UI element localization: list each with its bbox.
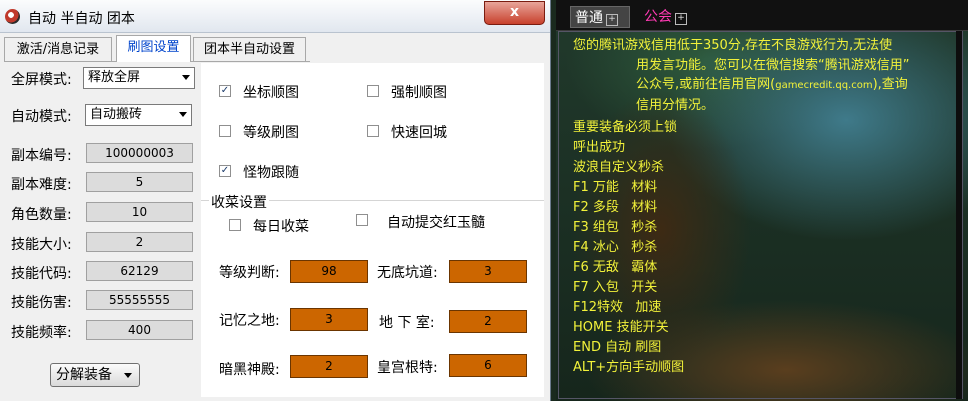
tab-raid-semi-auto[interactable]: 团本半自动设置: [193, 37, 306, 61]
chat-message: F6 无敌 霸体: [573, 260, 658, 275]
chat-tab-bar: 普通 + 公会 +: [556, 0, 968, 31]
chat-message: F4 冰心 秒杀: [573, 240, 658, 255]
tab-normal-chat[interactable]: 普通 +: [570, 6, 630, 28]
dungeon-id-field[interactable]: 100000003: [86, 143, 193, 163]
follow-monster-label: 怪物跟随: [243, 165, 299, 181]
bottomless-tunnel-field[interactable]: 3: [449, 260, 527, 283]
credit-site-link[interactable]: gamecredit.qq.com: [775, 80, 872, 91]
decompose-button-label: 分解装备: [56, 367, 112, 383]
quick-return-label: 快速回城: [391, 125, 447, 141]
skill-frequency-field[interactable]: 400: [86, 320, 193, 340]
character-count-field[interactable]: 10: [86, 202, 193, 222]
fullscreen-mode-label: 全屏模式:: [11, 72, 72, 88]
fullscreen-mode-select[interactable]: 释放全屏: [83, 67, 195, 89]
expand-plus-icon[interactable]: +: [675, 13, 687, 25]
chevron-down-icon: [124, 373, 132, 378]
tab-strip: 激活/消息记录 刷图设置 团本半自动设置: [4, 35, 544, 62]
follow-monster-checkbox[interactable]: ✓: [219, 165, 231, 177]
chat-message: F7 入包 开关: [573, 280, 658, 295]
daily-harvest-checkbox[interactable]: [229, 219, 241, 231]
tab-map-settings[interactable]: 刷图设置: [116, 35, 191, 62]
coord-route-label: 坐标顺图: [243, 85, 299, 101]
notice-line: 公众号,或前往信用官网(gamecredit.qq.com),查询: [573, 75, 953, 96]
notice-line: 信用分情况。: [636, 97, 715, 113]
notice-text: 公众号,或前往信用官网(: [636, 77, 776, 92]
skill-damage-label: 技能伤害:: [11, 295, 72, 311]
dungeon-difficulty-field[interactable]: 5: [86, 172, 193, 192]
chat-message: F1 万能 材料: [573, 180, 658, 195]
skill-damage-field[interactable]: 55555555: [86, 290, 193, 310]
credit-notice: 您的腾讯游戏信用低于350分,存在不良游戏行为,无法使 用发言功能。您可以在微信…: [573, 36, 953, 115]
auto-mode-value: 自动搬砖: [90, 107, 143, 122]
chat-scrollbar[interactable]: [956, 31, 962, 399]
harvest-group-title: 收菜设置: [209, 192, 269, 212]
notice-line: 您的腾讯游戏信用低于350分,存在不良游戏行为,无法使: [573, 38, 893, 53]
decompose-equipment-button[interactable]: 分解装备: [50, 363, 140, 387]
character-count-label: 角色数量:: [11, 207, 72, 223]
skill-code-field[interactable]: 62129: [86, 261, 193, 281]
auto-submit-checkbox[interactable]: [356, 214, 368, 226]
expand-plus-icon[interactable]: +: [606, 14, 618, 26]
chat-message: F12特效 加速: [573, 300, 662, 315]
tab-normal-label: 普通: [575, 10, 603, 26]
window-title: 自动 半自动 团本: [28, 11, 135, 27]
notice-line: 用发言功能。您可以在微信搜索“腾讯游戏信用”: [636, 57, 910, 73]
chat-message: 呼出成功: [573, 140, 626, 155]
level-judge-field[interactable]: 98: [290, 260, 368, 283]
tab-guild-chat[interactable]: 公会 +: [640, 6, 702, 28]
skill-code-label: 技能代码:: [11, 266, 72, 282]
app-logo-icon: [5, 9, 20, 24]
game-chat-window: 普通 + 公会 + 您的腾讯游戏信用低于350分,存在不良游戏行为,无法使 用发言功…: [556, 0, 968, 401]
level-grind-label: 等级刷图: [243, 125, 299, 141]
dungeon-id-label: 副本编号:: [11, 148, 72, 164]
dungeon-difficulty-label: 副本难度:: [11, 177, 72, 193]
map-settings-panel: ✓ 坐标顺图 强制顺图 等级刷图 快速回城 ✓ 怪物跟随 收菜设置 每日收菜 自…: [201, 63, 544, 397]
chat-message: 波浪自定义秒杀: [573, 160, 665, 175]
auto-mode-select[interactable]: 自动搬砖: [85, 104, 192, 126]
close-button[interactable]: x: [484, 1, 545, 25]
chat-message: END 自动 刷图: [573, 340, 662, 355]
palace-gente-label: 皇宫根特:: [377, 360, 438, 376]
auto-submit-label: 自动提交红玉髓: [387, 215, 485, 231]
coord-route-checkbox[interactable]: ✓: [219, 85, 231, 97]
level-judge-label: 等级判断:: [219, 265, 280, 281]
bottomless-tunnel-label: 无底坑道:: [377, 265, 438, 281]
chevron-down-icon: [179, 112, 187, 117]
tab-activation-log[interactable]: 激活/消息记录: [4, 37, 112, 61]
skill-frequency-label: 技能频率:: [11, 325, 72, 341]
chevron-down-icon: [182, 75, 190, 80]
memory-land-field[interactable]: 3: [290, 308, 368, 331]
fullscreen-mode-value: 释放全屏: [88, 70, 141, 85]
basement-label: 地 下 室:: [379, 315, 435, 331]
chat-message: ALT+方向手动顺图: [573, 360, 685, 375]
dark-temple-field[interactable]: 2: [290, 355, 368, 378]
tab-guild-label: 公会: [644, 9, 672, 25]
skill-size-label: 技能大小:: [11, 237, 72, 253]
dark-temple-label: 暗黑神殿:: [219, 362, 280, 378]
skill-size-field[interactable]: 2: [86, 232, 193, 252]
basement-field[interactable]: 2: [449, 310, 527, 333]
memory-land-label: 记忆之地:: [219, 313, 280, 329]
chat-message: F3 组包 秒杀: [573, 220, 658, 235]
title-bar[interactable]: 自动 半自动 团本 x: [0, 0, 550, 33]
palace-gente-field[interactable]: 6: [449, 354, 527, 377]
quick-return-checkbox[interactable]: [367, 125, 379, 137]
chat-message: 重要装备必须上锁: [573, 120, 678, 135]
app-window: 自动 半自动 团本 x 激活/消息记录 刷图设置 团本半自动设置 全屏模式: 释…: [0, 0, 551, 401]
level-grind-checkbox[interactable]: [219, 125, 231, 137]
auto-mode-label: 自动模式:: [11, 109, 72, 125]
notice-text: ),查询: [872, 77, 908, 92]
chat-message: HOME 技能开关: [573, 320, 669, 335]
force-route-checkbox[interactable]: [367, 85, 379, 97]
force-route-label: 强制顺图: [391, 85, 447, 101]
daily-harvest-label: 每日收菜: [253, 219, 309, 235]
chat-message: F2 多段 材料: [573, 200, 658, 215]
